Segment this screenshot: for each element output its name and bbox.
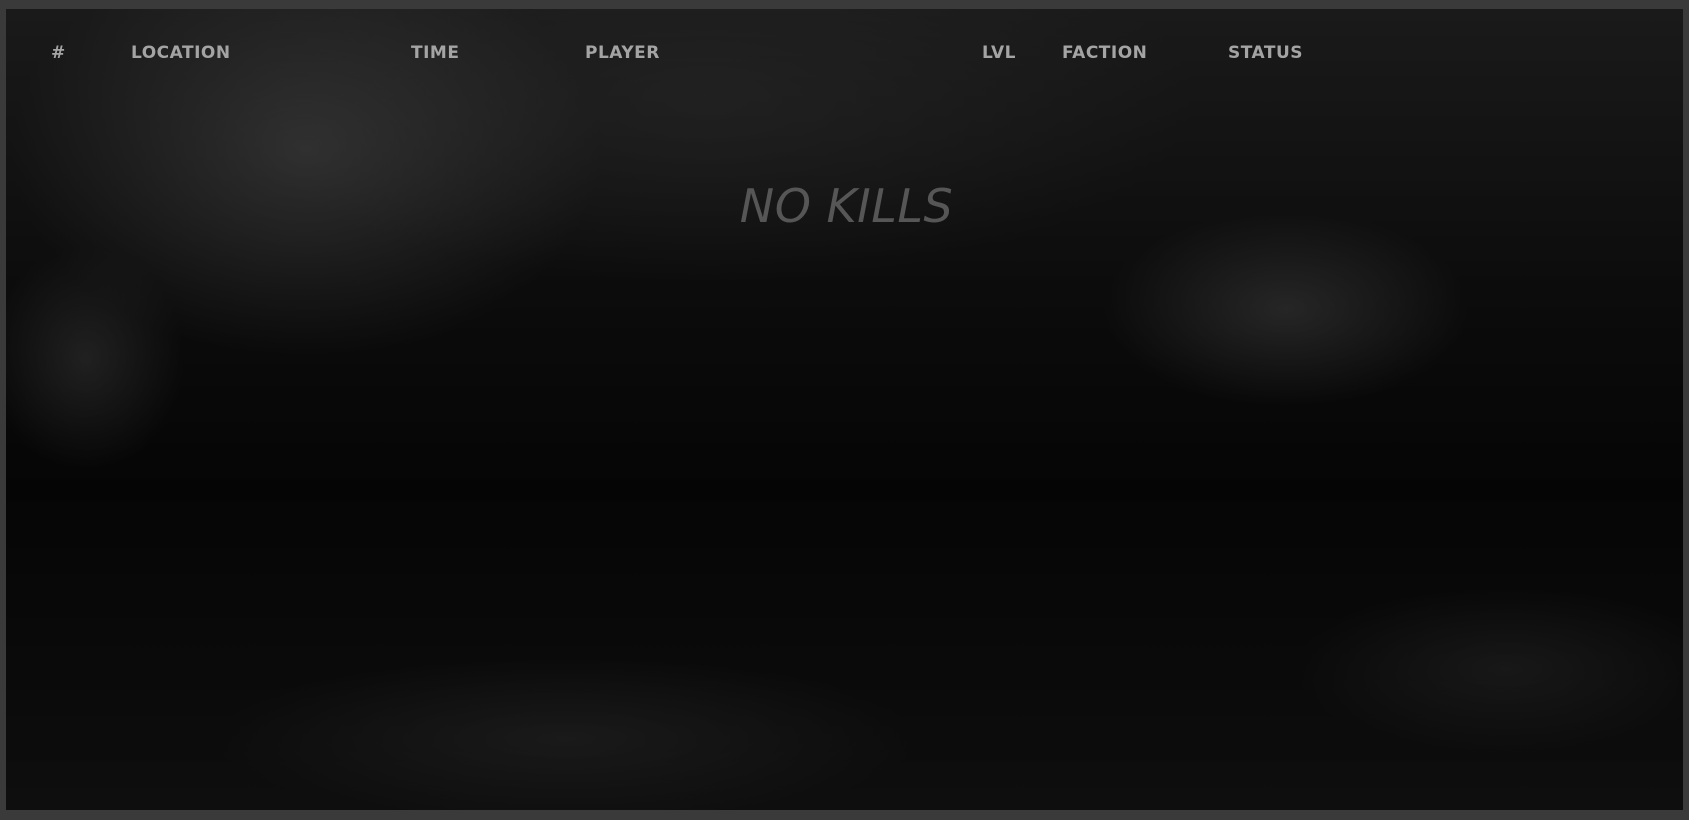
- empty-state-message: NO KILLS: [739, 179, 954, 233]
- column-header-player[interactable]: PLAYER: [585, 43, 660, 63]
- column-header-status[interactable]: STATUS: [1228, 43, 1303, 63]
- kills-panel: # LOCATION TIME PLAYER LVL FACTION STATU…: [0, 0, 1689, 820]
- empty-state-container: NO KILLS: [6, 179, 1683, 233]
- column-header-number[interactable]: #: [51, 43, 66, 63]
- table-header-row: # LOCATION TIME PLAYER LVL FACTION STATU…: [6, 43, 1683, 71]
- column-header-location[interactable]: LOCATION: [131, 43, 231, 63]
- column-header-faction[interactable]: FACTION: [1062, 43, 1147, 63]
- column-header-level[interactable]: LVL: [982, 43, 1016, 63]
- column-header-time[interactable]: TIME: [411, 43, 459, 63]
